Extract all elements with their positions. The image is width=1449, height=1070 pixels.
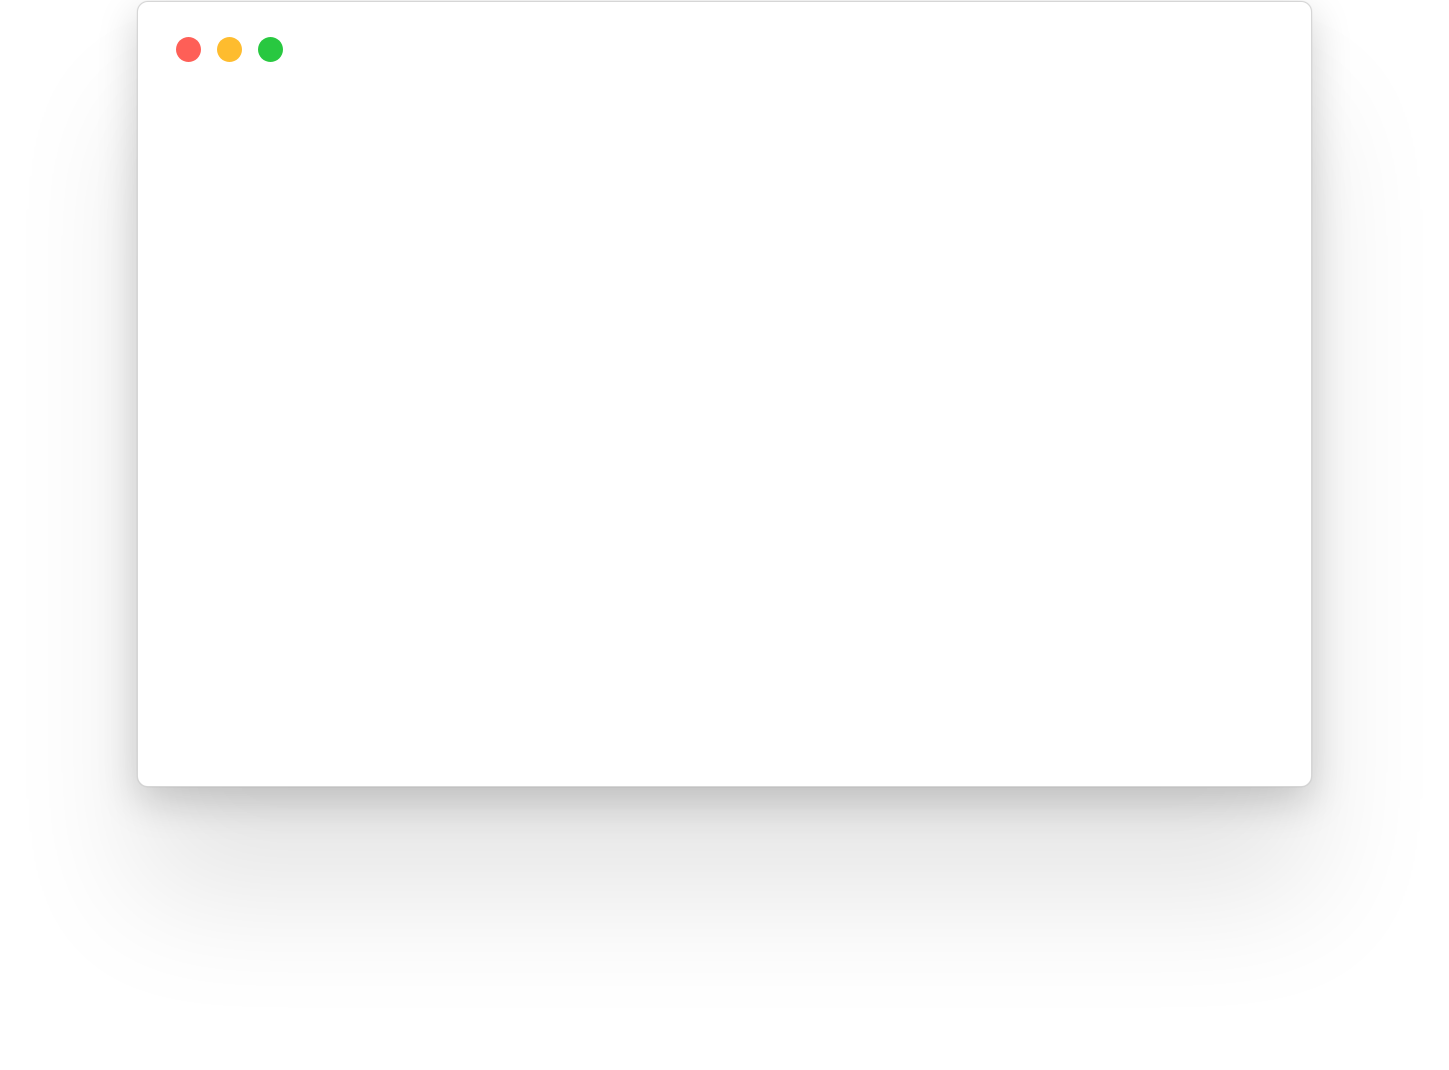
zoom-button[interactable] [258,37,283,62]
window-content [138,86,1311,786]
app-window [137,1,1312,787]
minimize-button[interactable] [217,37,242,62]
close-button[interactable] [176,37,201,62]
window-controls [176,37,283,62]
desktop-background [0,0,1449,1070]
